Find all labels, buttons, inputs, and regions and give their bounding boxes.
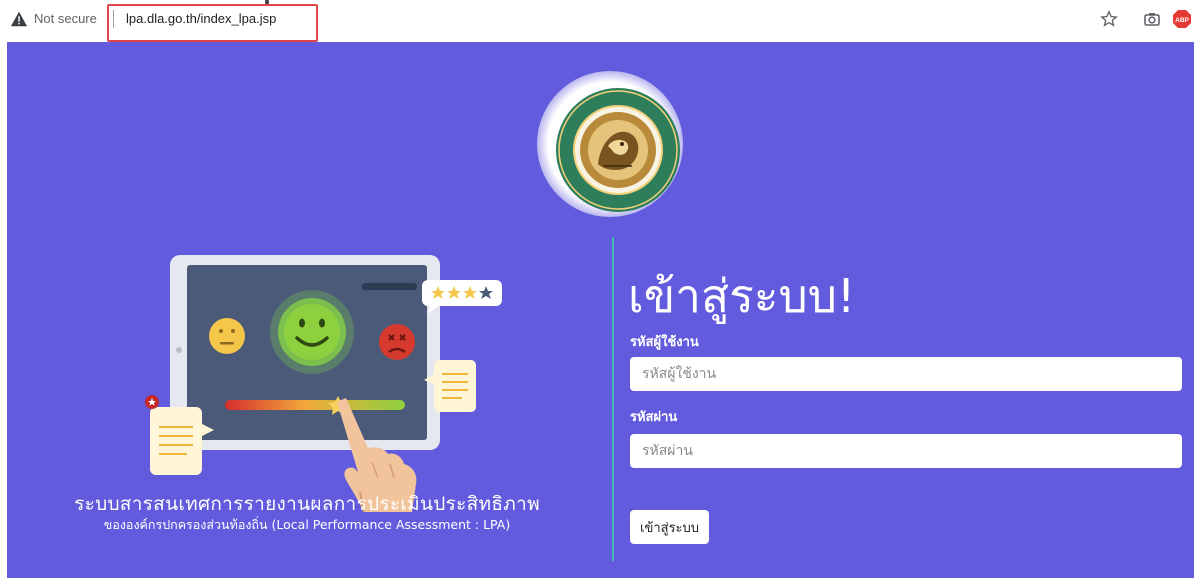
login-title: เข้าสู่ระบบ! (628, 269, 856, 323)
adblock-icon[interactable]: ABP (1172, 9, 1192, 29)
vertical-divider (612, 237, 614, 561)
system-subtitle: ขององค์กรปกครองส่วนท้องถิ่น (Local Perfo… (103, 517, 511, 532)
password-field[interactable] (630, 434, 1182, 468)
warning-icon[interactable] (10, 10, 28, 28)
department-seal-logo (556, 88, 680, 212)
satisfaction-rating-illustration (145, 255, 502, 512)
cursor-artifact (265, 0, 269, 4)
password-label: รหัสผ่าน (630, 410, 678, 425)
url-highlight-box (107, 4, 318, 42)
login-button[interactable]: เข้าสู่ระบบ (630, 510, 710, 544)
browser-address-bar: Not secure lpa.dla.go.th/index_lpa.jsp A… (0, 0, 1201, 42)
star-icon[interactable] (1100, 10, 1118, 28)
username-field[interactable] (630, 357, 1182, 391)
login-page: ระบบสารสนเทศการรายงานผลการประเมินประสิทธ… (7, 42, 1194, 578)
adblock-icon-text: ABP (1175, 17, 1189, 24)
username-label: รหัสผู้ใช้งาน (630, 335, 699, 350)
security-status[interactable]: Not secure (34, 11, 97, 26)
camera-icon[interactable] (1144, 12, 1160, 26)
